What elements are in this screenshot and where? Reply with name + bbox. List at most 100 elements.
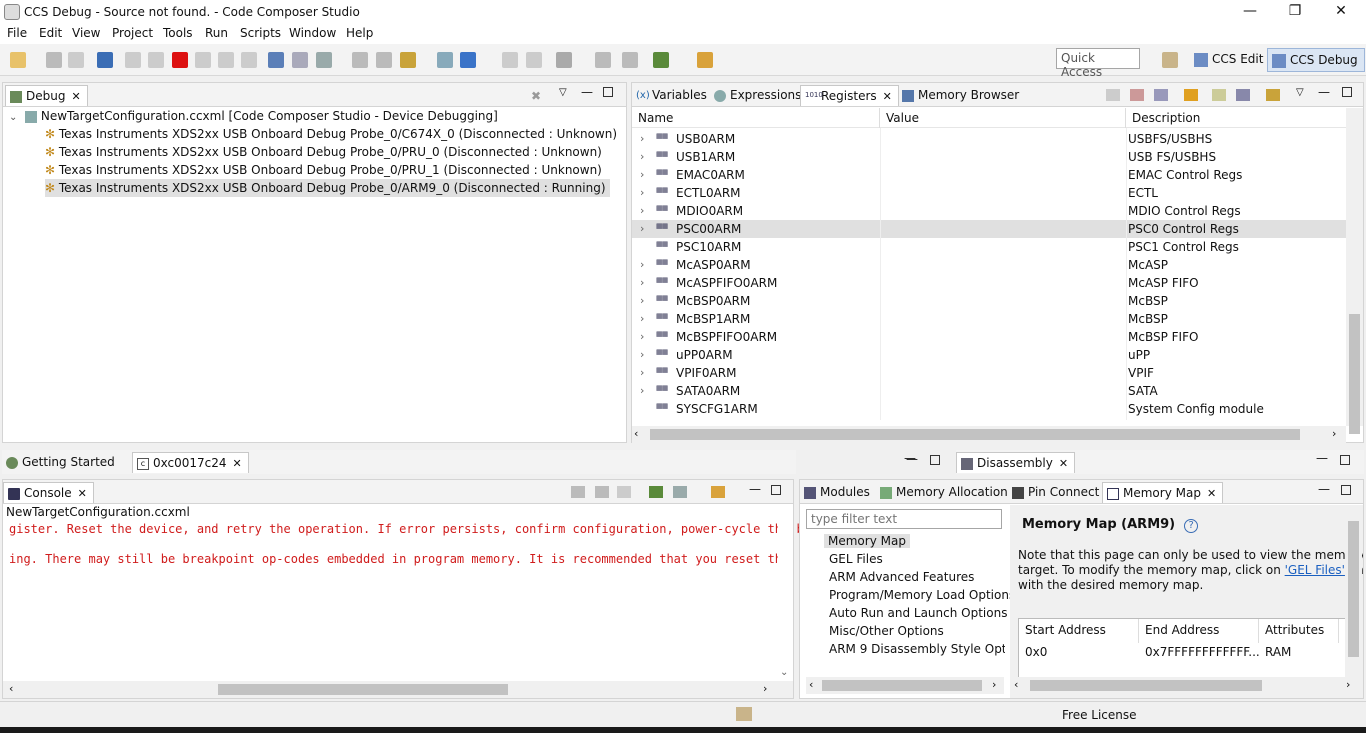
expand-icon[interactable]: ›	[640, 382, 644, 400]
col-name[interactable]: Name	[632, 108, 880, 128]
minimize-view-icon[interactable]: —	[1316, 451, 1330, 465]
minimize-view-icon[interactable]: —	[1318, 85, 1332, 99]
option-auto-run[interactable]: Auto Run and Launch Options	[829, 606, 1007, 620]
scroll-left-icon[interactable]: ‹	[9, 682, 13, 695]
cell-attributes[interactable]: RAM	[1259, 645, 1339, 659]
register-row[interactable]: ▦▦ PSC10ARM PSC1 Control Regs	[632, 238, 1346, 256]
pin-console-icon[interactable]	[649, 486, 663, 498]
tab-disassembly[interactable]: Disassembly ✕	[956, 452, 1076, 473]
terminate-icon[interactable]	[172, 52, 188, 68]
option-load-options[interactable]: Program/Memory Load Options	[829, 588, 1015, 602]
tree-item-arm9[interactable]: ✻ Texas Instruments XDS2xx USB Onboard D…	[45, 179, 610, 197]
step-return-icon[interactable]	[241, 52, 257, 68]
minimize-button[interactable]: —	[1230, 2, 1270, 22]
scroll-thumb[interactable]	[1030, 680, 1262, 691]
scroll-thumb[interactable]	[822, 680, 982, 691]
tab-expressions[interactable]: Expressions	[710, 85, 807, 106]
scroll-left-icon[interactable]: ‹	[809, 678, 813, 691]
tree-root[interactable]: ⌄ NewTargetConfiguration.ccxml [Code Com…	[9, 107, 498, 125]
run-config-icon[interactable]	[460, 52, 476, 68]
open-perspective-icon[interactable]	[1162, 52, 1178, 68]
col-start-address[interactable]: Start Address	[1019, 619, 1139, 643]
export-icon[interactable]	[1236, 89, 1250, 101]
col-end-address[interactable]: End Address	[1139, 619, 1259, 643]
menu-file[interactable]: File	[7, 26, 27, 40]
expand-icon[interactable]: ›	[640, 166, 644, 184]
remove-breakpoint-icon[interactable]	[376, 52, 392, 68]
tab-address[interactable]: c 0xc0017c24 ✕	[132, 452, 249, 473]
tab-variables[interactable]: (x) Variables	[632, 85, 713, 106]
external-tools-icon[interactable]	[697, 52, 713, 68]
menu-scripts[interactable]: Scripts	[240, 26, 281, 40]
scroll-left-icon[interactable]: ‹	[634, 427, 638, 440]
scroll-right-icon[interactable]: ›	[1346, 678, 1350, 691]
expand-icon[interactable]: ›	[640, 202, 644, 220]
options-hscroll[interactable]: ‹ ›	[806, 677, 1004, 694]
console-vscroll[interactable]: ⌄	[778, 519, 793, 681]
save-icon[interactable]	[46, 52, 62, 68]
tree-item-pru0[interactable]: ✻ Texas Instruments XDS2xx USB Onboard D…	[45, 143, 602, 161]
scroll-lock-icon[interactable]	[595, 486, 609, 498]
filter-input[interactable]	[806, 509, 1002, 529]
tab-memory-map[interactable]: Memory Map ✕	[1102, 482, 1224, 503]
register-row[interactable]: › ▦▦ PSC00ARM PSC0 Control Regs	[632, 220, 1346, 238]
editor-minimize[interactable]: —	[904, 451, 916, 465]
expand-icon[interactable]: ›	[640, 274, 644, 292]
close-button[interactable]: ✕	[1321, 2, 1361, 22]
maximize-view-icon[interactable]	[1341, 485, 1351, 495]
col-description[interactable]: Description	[1126, 108, 1346, 128]
sync-icon[interactable]	[1266, 89, 1280, 101]
save-all-icon[interactable]	[68, 52, 84, 68]
close-icon[interactable]: ✕	[233, 457, 242, 470]
build-icon[interactable]	[400, 52, 416, 68]
cell-start[interactable]: 0x0	[1019, 645, 1139, 659]
collapse-all-icon[interactable]	[1106, 89, 1120, 101]
scroll-left-icon[interactable]: ‹	[1014, 678, 1018, 691]
scroll-thumb[interactable]	[1349, 314, 1360, 434]
step-over-icon[interactable]	[218, 52, 234, 68]
page-hscroll[interactable]: ‹ ›	[1010, 677, 1362, 694]
perspective-ccs-debug[interactable]: CCS Debug	[1267, 48, 1365, 72]
register-row[interactable]: › ▦▦ McBSP1ARM McBSP	[632, 310, 1346, 328]
tab-modules[interactable]: Modules	[800, 482, 876, 503]
connect-icon[interactable]	[268, 52, 284, 68]
console-hscroll[interactable]: ‹ ›	[3, 681, 793, 698]
scroll-right-icon[interactable]: ›	[1332, 427, 1336, 440]
register-row[interactable]: › ▦▦ VPIF0ARM VPIF	[632, 364, 1346, 382]
option-arm-advanced[interactable]: ARM Advanced Features	[829, 570, 974, 584]
expand-icon[interactable]: ›	[640, 130, 644, 148]
editor-maximize[interactable]	[930, 455, 940, 465]
register-row[interactable]: › ▦▦ McASP0ARM McASP	[632, 256, 1346, 274]
scroll-thumb[interactable]	[650, 429, 1300, 440]
minimize-view-icon[interactable]: —	[749, 482, 763, 496]
tree-item-pru1[interactable]: ✻ Texas Instruments XDS2xx USB Onboard D…	[45, 161, 602, 179]
tab-memory-browser[interactable]: Memory Browser	[898, 85, 1025, 106]
cell-end[interactable]: 0x7FFFFFFFFFFFF...	[1139, 645, 1259, 659]
tab-pin-connect[interactable]: Pin Connect	[1008, 482, 1105, 503]
minimize-view-icon[interactable]: —	[1318, 482, 1332, 496]
col-attributes[interactable]: Attributes	[1259, 619, 1339, 643]
option-memory-map[interactable]: Memory Map	[824, 534, 910, 548]
register-row[interactable]: › ▦▦ McBSPFIFO0ARM McBSP FIFO	[632, 328, 1346, 346]
scroll-right-icon[interactable]: ›	[763, 682, 767, 695]
expand-icon[interactable]: ›	[640, 256, 644, 274]
link-icon[interactable]	[1130, 89, 1144, 101]
registers-vscroll[interactable]	[1346, 108, 1363, 434]
step-into-icon[interactable]	[195, 52, 211, 68]
register-row[interactable]: › ▦▦ USB0ARM USBFS/USBHS	[632, 130, 1346, 148]
breakpoint-icon[interactable]	[352, 52, 368, 68]
register-row[interactable]: › ▦▦ McASPFIFO0ARM McASP FIFO	[632, 274, 1346, 292]
registers-hscroll[interactable]: ‹ ›	[632, 426, 1346, 443]
option-misc[interactable]: Misc/Other Options	[829, 624, 944, 638]
status-icon[interactable]	[736, 707, 752, 721]
menu-tools[interactable]: Tools	[163, 26, 193, 40]
register-row[interactable]: › ▦▦ MDIO0ARM MDIO Control Regs	[632, 202, 1346, 220]
expand-icon[interactable]: ›	[640, 148, 644, 166]
expand-icon[interactable]: ›	[640, 346, 644, 364]
maximize-view-icon[interactable]	[1340, 455, 1350, 465]
debug-icon[interactable]	[437, 52, 453, 68]
scroll-right-icon[interactable]: ›	[992, 678, 996, 691]
expand-icon[interactable]: ›	[640, 184, 644, 202]
close-icon[interactable]: ✕	[78, 487, 87, 500]
maximize-view-icon[interactable]	[771, 485, 781, 495]
